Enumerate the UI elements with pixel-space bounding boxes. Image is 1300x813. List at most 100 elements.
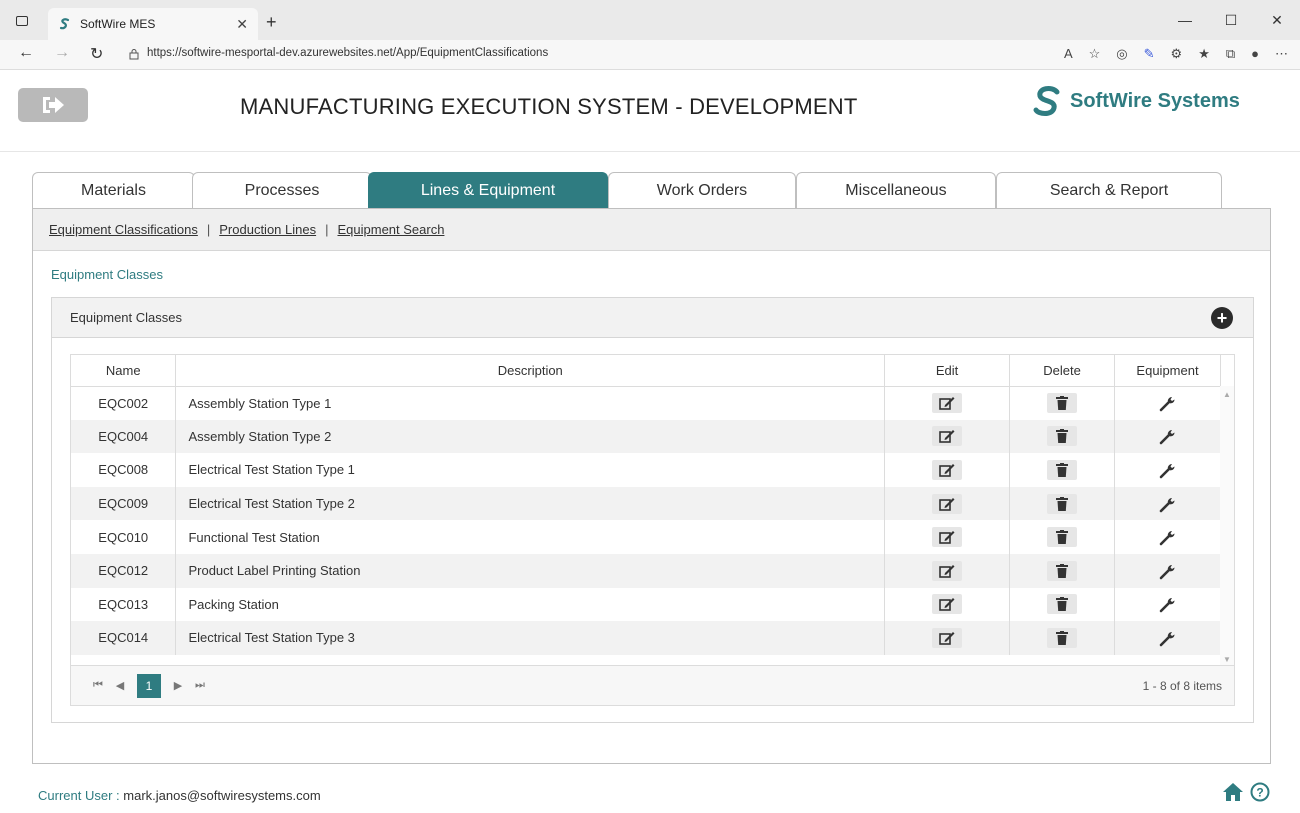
column-header-delete: Delete <box>1009 355 1115 387</box>
delete-button[interactable] <box>1047 560 1078 581</box>
delete-button[interactable] <box>1047 594 1078 615</box>
link-production-lines[interactable]: Production Lines <box>219 222 316 237</box>
next-page-icon[interactable]: ▶ <box>167 679 189 692</box>
browser-toolbar: A ☆ ◎ ✎ ⚙ ★ ⧉ ● ⋯ <box>1064 46 1288 62</box>
cell-name: EQC008 <box>71 453 177 487</box>
pen-icon[interactable]: ✎ <box>1144 46 1155 62</box>
equipment-button[interactable] <box>1158 527 1178 547</box>
table-row[interactable]: EQC008 Electrical Test Station Type 1 <box>71 453 1221 487</box>
table-row[interactable]: EQC002 Assembly Station Type 1 <box>71 386 1221 420</box>
delete-button[interactable] <box>1047 426 1078 447</box>
current-user: Current User : mark.janos@softwiresystem… <box>38 788 321 803</box>
cell-name: EQC010 <box>71 520 177 554</box>
edit-button[interactable] <box>932 493 963 514</box>
table-row[interactable]: EQC004 Assembly Station Type 2 <box>71 419 1221 454</box>
url-field[interactable]: https://softwire-mesportal-dev.azurewebs… <box>147 47 548 59</box>
tab-lines-equipment[interactable]: Lines & Equipment <box>368 172 608 209</box>
trash-icon <box>1056 396 1069 411</box>
forward-icon[interactable]: → <box>54 44 70 62</box>
edit-button[interactable] <box>932 393 963 414</box>
lock-icon[interactable] <box>128 48 140 60</box>
table-row[interactable]: EQC010 Functional Test Station <box>71 520 1221 554</box>
content-panel: Equipment Classifications | Production L… <box>32 208 1271 764</box>
logout-button[interactable] <box>18 88 88 122</box>
refresh-icon[interactable]: ↻ <box>90 44 103 64</box>
edit-button[interactable] <box>932 560 963 581</box>
cell-equipment <box>1114 621 1221 655</box>
equipment-button[interactable] <box>1158 426 1178 446</box>
page-button-current[interactable]: 1 <box>137 673 161 698</box>
link-equipment-search[interactable]: Equipment Search <box>337 222 444 237</box>
delete-button[interactable] <box>1047 527 1078 548</box>
scroll-up-icon[interactable]: ▲ <box>1223 390 1231 399</box>
trash-icon <box>1056 462 1069 477</box>
delete-button[interactable] <box>1047 493 1078 514</box>
close-window-icon[interactable]: ✕ <box>1254 0 1300 40</box>
minimize-icon[interactable]: — <box>1162 0 1208 40</box>
cell-name: EQC004 <box>71 419 177 454</box>
equipment-button[interactable] <box>1158 594 1178 614</box>
table-row[interactable]: EQC012 Product Label Printing Station <box>71 553 1221 588</box>
cell-delete <box>1009 453 1115 487</box>
tab-work-orders[interactable]: Work Orders <box>608 172 796 209</box>
edit-button[interactable] <box>932 527 963 548</box>
pager-info: 1 - 8 of 8 items <box>1142 678 1222 693</box>
plus-circle-icon: + <box>1216 308 1228 328</box>
more-menu-icon[interactable]: ⋯ <box>1275 46 1288 62</box>
cell-delete <box>1009 621 1115 655</box>
svg-text:?: ? <box>1256 786 1263 800</box>
grid-scrollbar[interactable]: ▲ ▼ <box>1220 386 1234 666</box>
cell-description: Assembly Station Type 1 <box>175 386 886 420</box>
cell-delete <box>1009 520 1115 554</box>
new-tab-icon[interactable]: + <box>266 12 277 33</box>
favorites-icon[interactable]: ★ <box>1198 46 1210 62</box>
delete-button[interactable] <box>1047 627 1078 648</box>
last-page-icon[interactable]: ⏭ <box>189 679 211 692</box>
scroll-down-icon[interactable]: ▼ <box>1223 655 1231 664</box>
equipment-button[interactable] <box>1158 494 1178 514</box>
edit-icon <box>939 598 955 612</box>
tab-materials[interactable]: Materials <box>32 172 195 209</box>
equipment-button[interactable] <box>1158 628 1178 648</box>
close-tab-icon[interactable]: ✕ <box>236 16 248 33</box>
table-row[interactable]: EQC013 Packing Station <box>71 587 1221 622</box>
browser-tab[interactable]: SoftWire MES ✕ <box>48 8 258 40</box>
tab-processes[interactable]: Processes <box>192 172 372 209</box>
table-row[interactable]: EQC014 Electrical Test Station Type 3 <box>71 621 1221 655</box>
tab-miscellaneous[interactable]: Miscellaneous <box>796 172 996 209</box>
first-page-icon[interactable]: ⏮ <box>87 679 109 692</box>
card-header: Equipment Classes + <box>52 298 1253 338</box>
edit-button[interactable] <box>932 594 963 615</box>
prev-page-icon[interactable]: ◀ <box>109 679 131 692</box>
link-equipment-classifications[interactable]: Equipment Classifications <box>49 222 198 237</box>
edit-icon <box>939 631 955 645</box>
add-equipment-class-button[interactable]: + <box>1211 307 1233 329</box>
tab-actions-icon[interactable] <box>16 16 28 26</box>
tab-search-report[interactable]: Search & Report <box>996 172 1222 209</box>
equipment-button[interactable] <box>1158 393 1178 413</box>
address-bar: ← → ↻ https://softwire-mesportal-dev.azu… <box>0 40 1300 70</box>
edit-button[interactable] <box>932 459 963 480</box>
home-icon[interactable] <box>1222 782 1244 802</box>
help-icon[interactable]: ? <box>1250 782 1270 802</box>
read-aloud-icon[interactable]: A <box>1064 46 1073 62</box>
breadcrumb[interactable]: Equipment Classes <box>51 267 163 282</box>
table-row[interactable]: EQC009 Electrical Test Station Type 2 <box>71 486 1221 521</box>
cell-description: Electrical Test Station Type 1 <box>175 453 886 487</box>
column-header-description[interactable]: Description <box>175 355 886 387</box>
edit-button[interactable] <box>932 627 963 648</box>
collections-icon[interactable]: ⧉ <box>1226 46 1235 62</box>
maximize-icon[interactable]: ☐ <box>1208 0 1254 40</box>
cell-name: EQC009 <box>71 486 177 521</box>
equipment-button[interactable] <box>1158 460 1178 480</box>
profile-avatar-icon[interactable]: ● <box>1251 46 1259 62</box>
tracking-icon[interactable]: ◎ <box>1116 46 1127 62</box>
extensions-icon[interactable]: ⚙ <box>1171 46 1183 62</box>
edit-button[interactable] <box>932 426 963 447</box>
delete-button[interactable] <box>1047 393 1078 414</box>
back-icon[interactable]: ← <box>18 44 34 62</box>
equipment-button[interactable] <box>1158 561 1178 581</box>
favorite-add-icon[interactable]: ☆ <box>1089 46 1101 62</box>
delete-button[interactable] <box>1047 459 1078 480</box>
column-header-name[interactable]: Name <box>71 355 177 387</box>
